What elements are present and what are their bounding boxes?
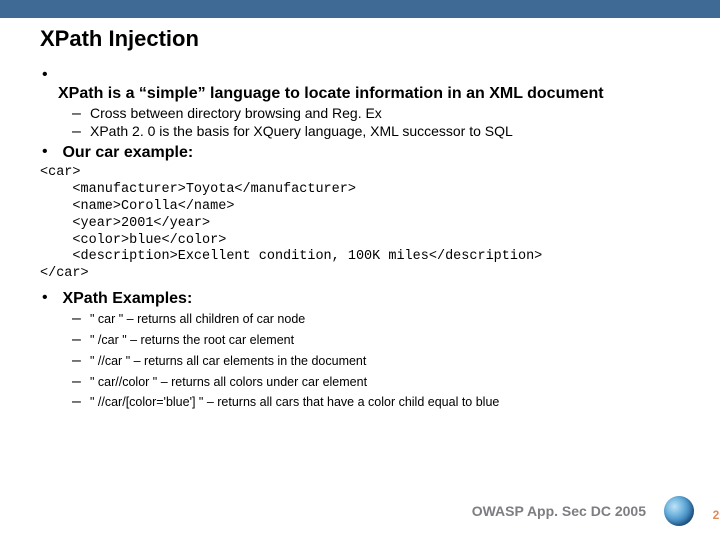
- sub-bullet-text: XPath 2. 0 is the basis for XQuery langu…: [90, 123, 513, 139]
- bullet-item: XPath is a “simple” language to locate i…: [58, 66, 680, 141]
- sub-bullet-text: " car//color " – returns all colors unde…: [90, 375, 367, 389]
- owasp-logo-icon: [664, 496, 694, 526]
- sub-bullet-item: " //car/[color='blue'] " – returns all c…: [90, 392, 680, 413]
- footer: OWASP App. Sec DC 2005: [472, 496, 694, 526]
- sub-bullet-item: " car " – returns all children of car no…: [90, 309, 680, 330]
- code-block: <car> <manufacturer>Toyota</manufacturer…: [40, 165, 680, 283]
- sub-bullet-item: " /car " – returns the root car element: [90, 330, 680, 351]
- sub-bullet-text: " /car " – returns the root car element: [90, 333, 294, 347]
- sub-bullet-item: Cross between directory browsing and Reg…: [90, 105, 680, 123]
- page-title: XPath Injection: [40, 26, 680, 52]
- page-number: 20: [713, 508, 720, 522]
- sub-bullet-item: XPath 2. 0 is the basis for XQuery langu…: [90, 123, 680, 141]
- slide-content: XPath Injection XPath is a “simple” lang…: [0, 18, 720, 413]
- bullet-text: Our car example:: [62, 144, 193, 161]
- bullet-item: Our car example:: [58, 143, 680, 163]
- sub-bullet-list: Cross between directory browsing and Reg…: [58, 105, 680, 141]
- bullet-text: XPath Examples:: [62, 290, 192, 307]
- sub-bullet-text: " //car " – returns all car elements in …: [90, 354, 366, 368]
- bullet-list: XPath is a “simple” language to locate i…: [40, 66, 680, 163]
- sub-bullet-list: " car " – returns all children of car no…: [58, 309, 680, 413]
- sub-bullet-text: Cross between directory browsing and Reg…: [90, 105, 382, 121]
- bullet-item: XPath Examples: " car " – returns all ch…: [58, 289, 680, 413]
- bullet-list-2: XPath Examples: " car " – returns all ch…: [40, 289, 680, 413]
- sub-bullet-text: " //car/[color='blue'] " – returns all c…: [90, 395, 499, 409]
- bullet-text: XPath is a “simple” language to locate i…: [58, 84, 678, 104]
- sub-bullet-text: " car " – returns all children of car no…: [90, 312, 305, 326]
- sub-bullet-item: " car//color " – returns all colors unde…: [90, 372, 680, 393]
- top-accent-bar: [0, 0, 720, 18]
- sub-bullet-item: " //car " – returns all car elements in …: [90, 351, 680, 372]
- footer-text: OWASP App. Sec DC 2005: [472, 503, 646, 519]
